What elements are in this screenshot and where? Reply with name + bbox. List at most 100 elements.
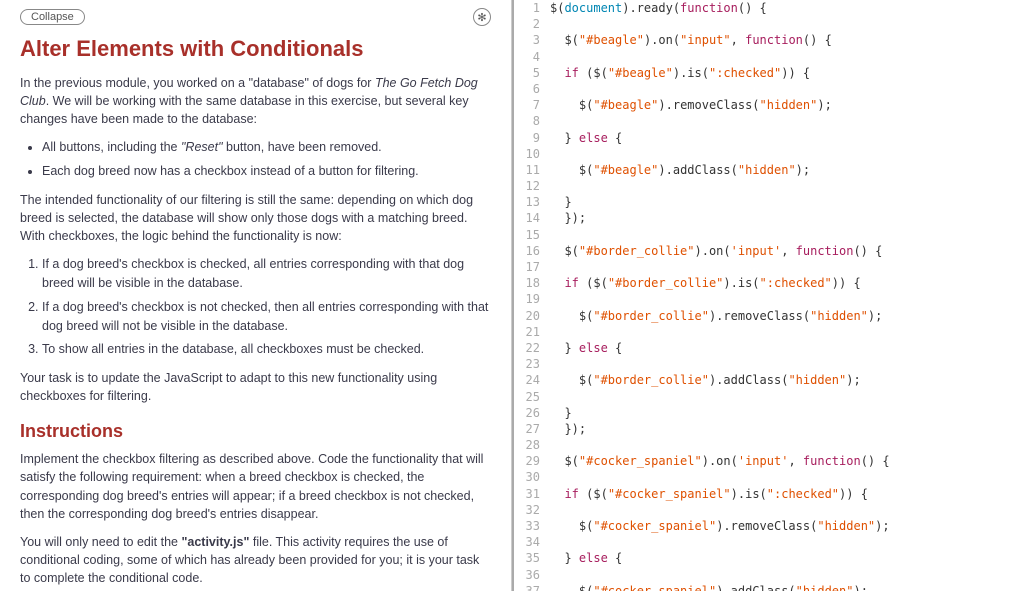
code-content[interactable]: $("#border_collie").addClass("hidden"); [550, 372, 1024, 388]
code-content[interactable]: }); [550, 421, 1024, 437]
code-content[interactable]: $("#cocker_spaniel").removeClass("hidden… [550, 518, 1024, 534]
code-line[interactable]: 5 if ($("#beagle").is(":checked")) { [514, 65, 1024, 81]
code-content[interactable] [550, 49, 1024, 65]
line-number: 7 [514, 97, 550, 113]
code-line[interactable]: 17 [514, 259, 1024, 275]
code-content[interactable]: } [550, 405, 1024, 421]
code-content[interactable] [550, 146, 1024, 162]
line-number: 15 [514, 227, 550, 243]
list-item: If a dog breed's checkbox is not checked… [42, 298, 491, 336]
code-content[interactable] [550, 178, 1024, 194]
code-line[interactable]: 35 } else { [514, 550, 1024, 566]
code-content[interactable]: $("#beagle").removeClass("hidden"); [550, 97, 1024, 113]
code-line[interactable]: 10 [514, 146, 1024, 162]
code-content[interactable]: $("#border_collie").removeClass("hidden"… [550, 308, 1024, 324]
code-content[interactable] [550, 534, 1024, 550]
line-number: 13 [514, 194, 550, 210]
code-content[interactable] [550, 567, 1024, 583]
instructions-paragraph-2: You will only need to edit the "activity… [20, 533, 491, 587]
code-content[interactable]: if ($("#cocker_spaniel").is(":checked"))… [550, 486, 1024, 502]
line-number: 11 [514, 162, 550, 178]
code-content[interactable] [550, 16, 1024, 32]
code-line[interactable]: 1$(document).ready(function() { [514, 0, 1024, 16]
line-number: 18 [514, 275, 550, 291]
list-item: All buttons, including the "Reset" butto… [42, 138, 491, 157]
code-content[interactable] [550, 259, 1024, 275]
code-line[interactable]: 13 } [514, 194, 1024, 210]
code-line[interactable]: 2 [514, 16, 1024, 32]
code-content[interactable] [550, 113, 1024, 129]
code-line[interactable]: 37 $("#cocker_spaniel").addClass("hidden… [514, 583, 1024, 591]
code-content[interactable]: if ($("#border_collie").is(":checked")) … [550, 275, 1024, 291]
task-paragraph: Your task is to update the JavaScript to… [20, 369, 491, 405]
code-content[interactable] [550, 389, 1024, 405]
gear-icon[interactable]: ✻ [473, 8, 491, 26]
code-content[interactable]: $("#cocker_spaniel").on('input', functio… [550, 453, 1024, 469]
line-number: 36 [514, 567, 550, 583]
code-content[interactable] [550, 324, 1024, 340]
code-line[interactable]: 16 $("#border_collie").on('input', funct… [514, 243, 1024, 259]
line-number: 6 [514, 81, 550, 97]
code-content[interactable]: } else { [550, 550, 1024, 566]
code-line[interactable]: 33 $("#cocker_spaniel").removeClass("hid… [514, 518, 1024, 534]
code-line[interactable]: 21 [514, 324, 1024, 340]
code-line[interactable]: 34 [514, 534, 1024, 550]
code-content[interactable] [550, 356, 1024, 372]
code-line[interactable]: 22 } else { [514, 340, 1024, 356]
code-content[interactable]: $("#cocker_spaniel").addClass("hidden"); [550, 583, 1024, 591]
line-number: 35 [514, 550, 550, 566]
code-content[interactable] [550, 227, 1024, 243]
code-line[interactable]: 11 $("#beagle").addClass("hidden"); [514, 162, 1024, 178]
line-number: 10 [514, 146, 550, 162]
line-number: 28 [514, 437, 550, 453]
code-line[interactable]: 14 }); [514, 210, 1024, 226]
code-content[interactable]: $(document).ready(function() { [550, 0, 1024, 16]
intro-paragraph: In the previous module, you worked on a … [20, 74, 491, 128]
code-content[interactable]: } else { [550, 340, 1024, 356]
code-line[interactable]: 24 $("#border_collie").addClass("hidden"… [514, 372, 1024, 388]
code-line[interactable]: 27 }); [514, 421, 1024, 437]
line-number: 21 [514, 324, 550, 340]
line-number: 20 [514, 308, 550, 324]
code-content[interactable]: $("#beagle").on("input", function() { [550, 32, 1024, 48]
code-line[interactable]: 30 [514, 469, 1024, 485]
code-line[interactable]: 7 $("#beagle").removeClass("hidden"); [514, 97, 1024, 113]
line-number: 4 [514, 49, 550, 65]
code-line[interactable]: 36 [514, 567, 1024, 583]
code-line[interactable]: 23 [514, 356, 1024, 372]
code-editor-panel[interactable]: 1$(document).ready(function() {23 $("#be… [512, 0, 1024, 591]
code-line[interactable]: 19 [514, 291, 1024, 307]
code-line[interactable]: 6 [514, 81, 1024, 97]
code-line[interactable]: 3 $("#beagle").on("input", function() { [514, 32, 1024, 48]
code-line[interactable]: 25 [514, 389, 1024, 405]
code-line[interactable]: 31 if ($("#cocker_spaniel").is(":checked… [514, 486, 1024, 502]
line-number: 33 [514, 518, 550, 534]
code-line[interactable]: 12 [514, 178, 1024, 194]
code-content[interactable] [550, 291, 1024, 307]
line-number: 12 [514, 178, 550, 194]
code-line[interactable]: 8 [514, 113, 1024, 129]
code-content[interactable]: }); [550, 210, 1024, 226]
code-line[interactable]: 20 $("#border_collie").removeClass("hidd… [514, 308, 1024, 324]
functionality-paragraph: The intended functionality of our filter… [20, 191, 491, 245]
collapse-button[interactable]: Collapse [20, 9, 85, 25]
code-content[interactable]: } else { [550, 130, 1024, 146]
code-line[interactable]: 28 [514, 437, 1024, 453]
code-line[interactable]: 26 } [514, 405, 1024, 421]
code-content[interactable]: $("#border_collie").on('input', function… [550, 243, 1024, 259]
logic-list: If a dog breed's checkbox is checked, al… [42, 255, 491, 359]
line-number: 16 [514, 243, 550, 259]
code-line[interactable]: 4 [514, 49, 1024, 65]
code-content[interactable] [550, 81, 1024, 97]
code-content[interactable] [550, 502, 1024, 518]
code-line[interactable]: 18 if ($("#border_collie").is(":checked"… [514, 275, 1024, 291]
code-line[interactable]: 9 } else { [514, 130, 1024, 146]
code-content[interactable] [550, 437, 1024, 453]
code-content[interactable] [550, 469, 1024, 485]
code-content[interactable]: } [550, 194, 1024, 210]
code-line[interactable]: 29 $("#cocker_spaniel").on('input', func… [514, 453, 1024, 469]
code-content[interactable]: if ($("#beagle").is(":checked")) { [550, 65, 1024, 81]
code-content[interactable]: $("#beagle").addClass("hidden"); [550, 162, 1024, 178]
code-line[interactable]: 32 [514, 502, 1024, 518]
code-line[interactable]: 15 [514, 227, 1024, 243]
